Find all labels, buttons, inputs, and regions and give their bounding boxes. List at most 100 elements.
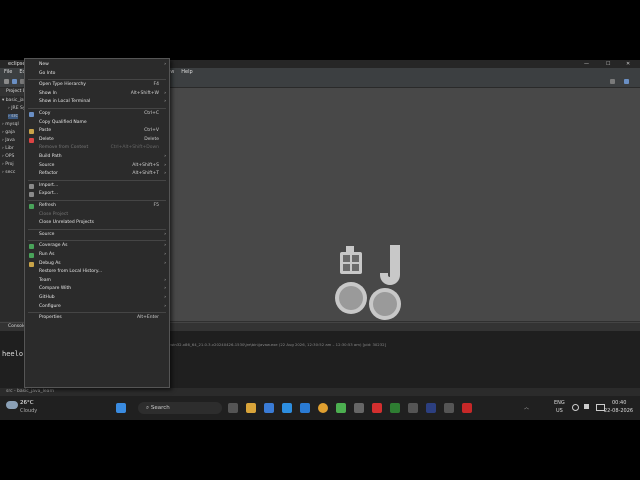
context-menu-item-configure[interactable]: Configure › — [25, 303, 169, 311]
menu-item-label: Team — [39, 277, 51, 283]
chrome-icon[interactable] — [318, 403, 328, 413]
clock-time[interactable]: 00:40 — [612, 400, 626, 406]
tree-item-label: gaja — [5, 130, 15, 135]
menu-separator — [28, 312, 166, 314]
tree-item-collapsed[interactable]: › gaja — [2, 130, 15, 135]
context-menu-item-restore-from-local-history[interactable]: Restore from Local History... — [25, 268, 169, 276]
context-menu-item-refactor[interactable]: Refactor Alt+Shift+T › — [25, 170, 169, 178]
windows-taskbar: 26°C Cloudy ⌕ Search ︿ ENG US 00:40 22-0… — [0, 396, 640, 420]
menu-item-label: Open Type Hierarchy — [39, 82, 86, 88]
menu-file[interactable]: File — [4, 69, 12, 75]
submenu-arrow-icon: › — [164, 99, 166, 105]
file-explorer-icon[interactable] — [246, 403, 256, 413]
context-menu-item-export[interactable]: Export... — [25, 190, 169, 198]
task-view-icon[interactable] — [228, 403, 238, 413]
tree-item-collapsed[interactable]: › Java — [2, 138, 15, 143]
context-menu-item-coverage-as[interactable]: Coverage As › — [25, 242, 169, 250]
start-icon[interactable] — [116, 403, 126, 413]
context-menu-item-properties[interactable]: Properties Alt+Enter — [25, 314, 169, 322]
dropbox-icon[interactable] — [282, 403, 292, 413]
app-icon[interactable] — [336, 403, 346, 413]
context-menu-item-open-type-hierarchy[interactable]: Open Type Hierarchy F4 — [25, 81, 169, 89]
minimize-button[interactable]: — — [584, 60, 589, 68]
menu-item-label: Configure — [39, 303, 61, 309]
app-icon-3[interactable] — [444, 403, 454, 413]
tree-item-collapsed[interactable]: › secc — [2, 170, 15, 175]
menu-item-label: Restore from Local History... — [39, 269, 103, 275]
save-icon[interactable] — [12, 79, 17, 84]
app-icon-4[interactable] — [462, 403, 472, 413]
weather-desc: Cloudy — [20, 408, 38, 414]
submenu-arrow-icon: › — [164, 303, 166, 309]
menu-item-shortcut: Ctrl+V — [144, 128, 159, 134]
submenu-arrow-icon: › — [164, 260, 166, 266]
context-menu-item-run-as[interactable]: Run As › — [25, 251, 169, 259]
language-indicator[interactable]: ENG — [554, 400, 565, 406]
menu-item-shortcut: Alt+Enter — [137, 315, 159, 321]
refresh-icon — [29, 204, 34, 209]
tree-item-collapsed[interactable]: › Proj — [2, 162, 14, 167]
tree-item-src[interactable]: › src — [8, 114, 18, 119]
taskbar-search[interactable]: ⌕ Search — [138, 402, 222, 414]
menu-item-shortcut: Ctrl+Alt+Shift+Down — [110, 145, 159, 151]
menu-item-shortcut: Alt+Shift+W — [130, 90, 159, 96]
status-text: src - basic_java_learn — [6, 389, 55, 394]
context-menu-item-team[interactable]: Team › — [25, 277, 169, 285]
context-menu-item-paste[interactable]: Paste Ctrl+V — [25, 127, 169, 135]
context-menu-item-close-project: Close Project — [25, 211, 169, 219]
context-menu-item-source[interactable]: Source Alt+Shift+S › — [25, 162, 169, 170]
menu-item-label: Build Path — [39, 154, 62, 159]
context-menu-item-show-in-local-terminal[interactable]: Show in Local Terminal › — [25, 98, 169, 106]
maximize-button[interactable]: ☐ — [606, 60, 610, 68]
menu-item-shortcut: Alt+Shift+T — [132, 171, 159, 177]
context-menu-item-import[interactable]: Import... — [25, 182, 169, 190]
app-l-icon[interactable] — [372, 403, 382, 413]
tree-item-label: Proj — [5, 162, 14, 167]
context-menu-item-copy[interactable]: Copy Ctrl+C — [25, 110, 169, 118]
context-menu-item-new[interactable]: New › — [25, 61, 169, 69]
store-icon[interactable] — [264, 403, 274, 413]
eclipse-taskbar-icon[interactable] — [426, 403, 436, 413]
context-menu-item-build-path[interactable]: Build Path › — [25, 153, 169, 161]
notepad-icon[interactable] — [354, 403, 364, 413]
weather-temp[interactable]: 26°C — [20, 400, 34, 406]
java-perspective-icon[interactable] — [624, 79, 629, 84]
menu-item-label: Close Project — [39, 211, 69, 217]
context-menu-item-delete[interactable]: Delete Delete — [25, 136, 169, 144]
tree-item-collapsed[interactable]: › Libr — [2, 146, 14, 151]
whatsapp-icon[interactable] — [390, 403, 400, 413]
volume-icon[interactable] — [584, 404, 589, 409]
src-label: src — [11, 114, 18, 119]
copy-icon — [29, 112, 34, 117]
context-menu-item-source[interactable]: Source › — [25, 231, 169, 239]
menu-item-label: Go Into — [39, 70, 56, 76]
menu-help[interactable]: Help — [181, 69, 192, 75]
context-menu-item-show-in[interactable]: Show In Alt+Shift+W › — [25, 90, 169, 98]
context-menu-item-copy-qualified-name[interactable]: Copy Qualified Name — [25, 119, 169, 127]
tree-item-label: OPS — [5, 154, 15, 159]
app-icon-2[interactable] — [408, 403, 418, 413]
submenu-arrow-icon: › — [164, 171, 166, 177]
context-menu-item-refresh[interactable]: Refresh F5 — [25, 202, 169, 210]
menu-separator — [28, 228, 166, 230]
context-menu-item-compare-with[interactable]: Compare With › — [25, 285, 169, 293]
submenu-arrow-icon: › — [164, 90, 166, 96]
context-menu-item-close-unrelated-projects[interactable]: Close Unrelated Projects — [25, 219, 169, 227]
context-menu-item-github[interactable]: GitHub › — [25, 294, 169, 302]
tree-item-label: mysql — [5, 122, 19, 127]
tray-chevron-icon[interactable]: ︿ — [524, 404, 529, 411]
perspective-icon[interactable] — [610, 79, 615, 84]
context-menu-item-debug-as[interactable]: Debug As › — [25, 260, 169, 268]
cloud-icon[interactable] — [6, 401, 18, 409]
edge-icon[interactable] — [300, 403, 310, 413]
tree-item-collapsed[interactable]: › OPS — [2, 154, 14, 159]
debug-icon — [29, 261, 34, 267]
context-menu-item-go-into[interactable]: Go Into — [25, 70, 169, 78]
context-menu-item-remove-from-context: Remove from Context Ctrl+Alt+Shift+Down — [25, 144, 169, 152]
new-icon[interactable] — [4, 79, 9, 84]
submenu-arrow-icon: › — [164, 62, 166, 67]
tree-item-collapsed[interactable]: › mysql — [2, 122, 19, 127]
wifi-icon[interactable] — [572, 404, 579, 411]
submenu-arrow-icon: › — [164, 252, 166, 257]
close-button[interactable]: ✕ — [626, 60, 630, 68]
